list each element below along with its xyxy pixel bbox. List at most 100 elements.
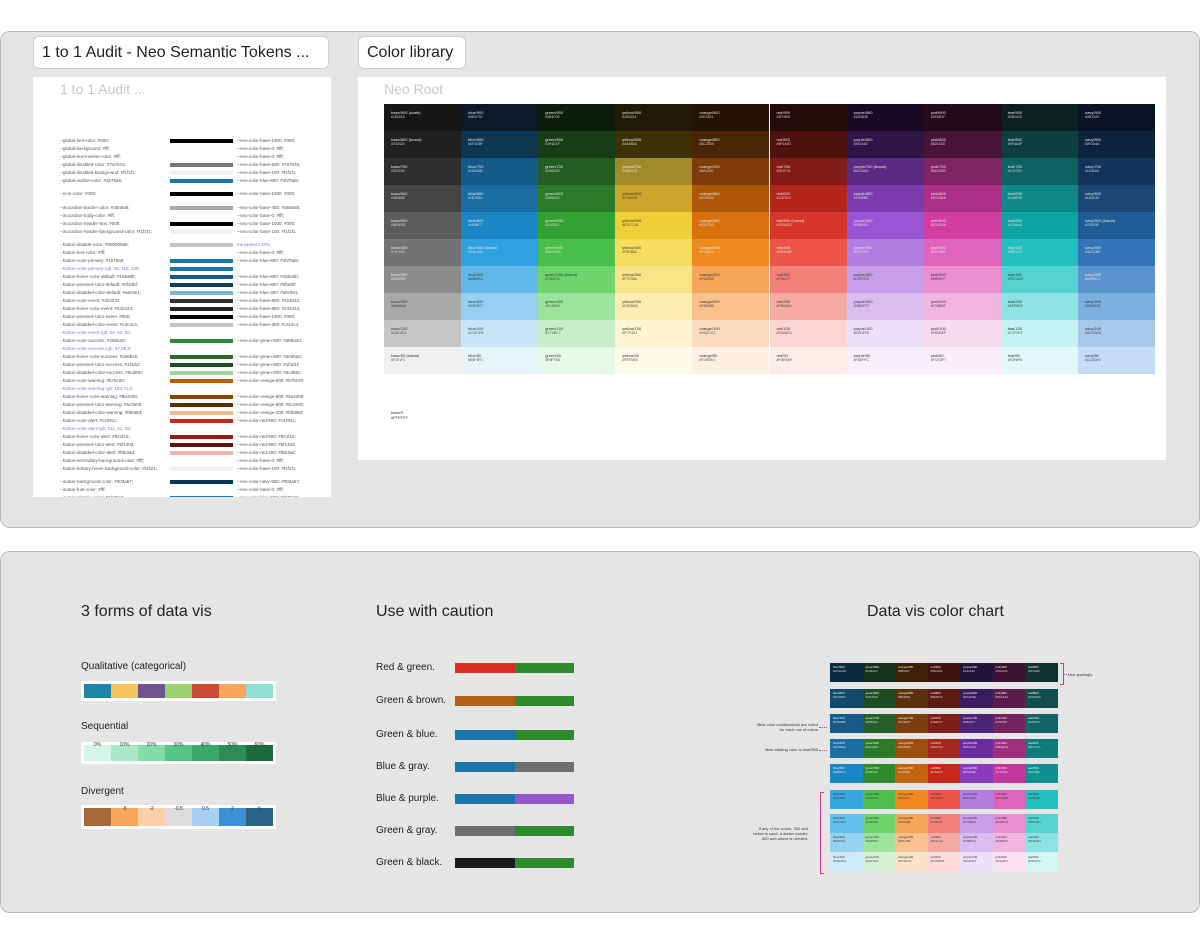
swatch-orange[interactable]: orange/400 #F08A24 — [692, 239, 770, 266]
swatch-green[interactable]: green/800 #1F4D1F — [538, 131, 616, 158]
swatch-orange[interactable]: orange/100 #FADCC2 — [692, 320, 770, 347]
swatch-orange[interactable]: orange/700 #8A4200 — [692, 158, 770, 185]
dvchart-cell-pink[interactable]: pink/600 #9E2E7E — [992, 739, 1026, 758]
swatch-teal[interactable]: teal/800 #0F4A4F — [1000, 131, 1078, 158]
dvchart-cell-orange[interactable]: orange/300 #F6A658 — [895, 814, 928, 833]
swatch-green[interactable]: green/700 #2E6B2E — [538, 158, 616, 185]
dvchart-cell-green[interactable]: green/400 #4CBF4C — [862, 790, 896, 809]
dvchart-cell-red[interactable]: red/200 #F6AAA4 — [927, 833, 961, 852]
dvchart-cell-pink[interactable]: pink/800 #5C1A4A — [992, 689, 1026, 708]
dvchart-cell-red[interactable]: red/900 #3D120F — [927, 663, 961, 682]
swatch-base[interactable]: base/700 #323232 — [384, 158, 461, 185]
dvchart-cell-green[interactable]: green/700 #245F2A — [862, 714, 896, 733]
swatch-green[interactable]: green/400 #4DC44D — [538, 239, 616, 266]
swatch-blue[interactable]: blue/700 #155A8B — [461, 158, 539, 185]
swatch-navy[interactable]: navy/200 #80AEDB — [1077, 293, 1155, 320]
swatch-green[interactable]: green/300 (brand) #73D673 — [538, 266, 616, 293]
swatch-navy[interactable]: navy/400 #3A7CBD — [1077, 239, 1155, 266]
dvchart-cell-pink[interactable]: pink/900 #3A1230 — [992, 663, 1026, 682]
swatch-purple[interactable]: purple/200 #DBBFF2 — [846, 293, 924, 320]
swatch-base[interactable]: base/100 #C4C4C4 — [384, 320, 461, 347]
dvchart-cell-blue[interactable]: blue/100 #D0EAF9 — [830, 853, 863, 872]
swatch-green[interactable]: green/600 #288A3D — [538, 185, 616, 212]
audit-frame-label[interactable]: 1 to 1 Audit - Neo Semantic Tokens ... — [33, 36, 329, 69]
swatch-red[interactable]: red/100 #FAD6D2 — [769, 320, 847, 347]
swatch-yellow[interactable]: yellow/300 #F7E38A — [615, 266, 693, 293]
dvchart-cell-orange[interactable]: orange/700 #7A3E0C — [895, 714, 928, 733]
swatch-blue[interactable]: blue/500 #1E88C7 — [461, 212, 539, 239]
swatch-navy[interactable]: navy/300 #5A95CC — [1077, 266, 1155, 293]
dvchart-cell-blue[interactable]: blue/900 #0C2A3D — [830, 663, 863, 682]
swatch-yellow[interactable]: yellow/900 #2B2104 — [615, 104, 693, 131]
swatch-red[interactable]: red/900 #2F0909 — [769, 104, 847, 131]
swatch-pink[interactable]: pink/600 #B03D8A — [923, 185, 1001, 212]
dvchart-cell-pink[interactable]: pink/400 #E064BB — [992, 790, 1026, 809]
dvchart-cell-red[interactable]: red/600 #A3271C — [927, 739, 961, 758]
dvchart-cell-teal[interactable]: teal/900 #0F3330 — [1025, 663, 1058, 682]
swatch-red[interactable]: red/600 #C4291C — [769, 185, 847, 212]
dvchart-cell-teal[interactable]: teal/300 #55D3D3 — [1025, 814, 1058, 833]
swatch-base[interactable]: base/50 (brand) #F1F1F1 — [384, 347, 461, 374]
swatch-navy[interactable]: navy/50 #CCDDF2 — [1077, 347, 1155, 374]
swatch-pink[interactable]: pink/400 #E070BE — [923, 239, 1001, 266]
swatch-teal[interactable]: teal/600 #1A8F99 — [1000, 185, 1078, 212]
swatch-teal[interactable]: teal/300 #5CD6D6 — [1000, 266, 1078, 293]
swatch-pink[interactable]: pink/900 #2E0B1F — [923, 104, 1001, 131]
swatch-yellow[interactable]: yellow/800 #4A3B0A — [615, 131, 693, 158]
swatch-green[interactable]: green/100 #C7EBC7 — [538, 320, 616, 347]
swatch-purple[interactable]: purple/800 #351A52 — [846, 131, 924, 158]
swatch-base[interactable]: base/200 #A8A8A8 — [384, 293, 461, 320]
swatch-teal[interactable]: teal/400 #2EC2C2 — [1000, 239, 1078, 266]
swatch-blue[interactable]: blue/300 #66B9EA — [461, 266, 539, 293]
swatch-orange[interactable]: orange/600 #B75C00 — [692, 185, 770, 212]
dvchart-cell-green[interactable]: green/600 #2A7A2A — [862, 739, 896, 758]
swatch-teal[interactable]: teal/700 #137078 — [1000, 158, 1078, 185]
swatch-green[interactable]: green/500 #34A834 — [538, 212, 616, 239]
swatch-base[interactable]: base/300 #8E8E8E — [384, 266, 461, 293]
swatch-base-0[interactable]: base/0 #FFFFFF — [391, 410, 408, 420]
dvchart-cell-green[interactable]: green/500 #2F8A2C — [862, 764, 896, 783]
dvchart-cell-green[interactable]: green/800 #1D4D22 — [862, 689, 896, 708]
swatch-orange[interactable]: orange/300 #F5A659 — [692, 266, 770, 293]
swatch-blue[interactable]: blue/800 #0F3D5F — [461, 131, 539, 158]
swatch-yellow[interactable]: yellow/100 #FCF4D1 — [615, 320, 693, 347]
dvchart-cell-teal[interactable]: teal/100 #D4F6F6 — [1025, 853, 1058, 872]
swatch-pink[interactable]: pink/50 #FCEDF7 — [923, 347, 1001, 374]
dvchart-cell-orange[interactable]: orange/400 #F08A1F — [895, 790, 928, 809]
swatch-orange[interactable]: orange/500 #D9700D — [692, 212, 770, 239]
swatch-purple[interactable]: purple/400 #B07CE0 — [846, 239, 924, 266]
swatch-orange[interactable]: orange/800 #5C2E00 — [692, 131, 770, 158]
swatch-teal[interactable]: teal/500 #13A8A8 — [1000, 212, 1078, 239]
dvchart-cell-blue[interactable]: blue/500 #1B86C4 — [830, 764, 863, 783]
dvchart-cell-red[interactable]: red/800 #5E1915 — [927, 689, 961, 708]
dvchart-cell-green[interactable]: green/200 #9CE59C — [862, 833, 896, 852]
dvchart-cell-red[interactable]: red/700 #7E1F17 — [927, 714, 961, 733]
swatch-green[interactable]: green/200 #9CD69C — [538, 293, 616, 320]
dvchart-cell-teal[interactable]: teal/700 #126363 — [1025, 714, 1058, 733]
dvchart-cell-red[interactable]: red/300 #F2817A — [927, 814, 961, 833]
dvchart-cell-blue[interactable]: blue/200 #96D3F2 — [830, 833, 863, 852]
swatch-blue[interactable]: blue/100 #CCE7F8 — [461, 320, 539, 347]
library-frame[interactable]: Neo Root base/900 (scale) #181818 blue/900… — [358, 77, 1166, 460]
swatch-yellow[interactable]: yellow/700 #A68A1E — [615, 158, 693, 185]
dvchart-cell-purple[interactable]: purple/200 #D9BDF1 — [960, 833, 993, 852]
dvchart-cell-purple[interactable]: purple/400 #B07DE0 — [960, 790, 993, 809]
swatch-blue[interactable]: blue/900 #0B1F2E — [461, 104, 539, 131]
swatch-red[interactable]: red/700 #921F15 — [769, 158, 847, 185]
dvchart-cell-purple[interactable]: purple/900 #23143A — [960, 663, 993, 682]
dvchart-cell-blue[interactable]: blue/400 #33A8E0 — [830, 790, 863, 809]
swatch-orange[interactable]: orange/50 #FDEEE1 — [692, 347, 770, 374]
dvchart-cell-orange[interactable]: orange/200 #F8C18E — [895, 833, 928, 852]
dvchart-cell-pink[interactable]: pink/300 #EA8FCF — [992, 814, 1026, 833]
dvchart-cell-blue[interactable]: blue/600 #1A6EA3 — [830, 739, 863, 758]
swatch-teal[interactable]: teal/50 #E3F8F8 — [1000, 347, 1078, 374]
swatch-green[interactable]: green/900 #0B1F0E — [538, 104, 616, 131]
swatch-purple[interactable]: purple/600 #7A45B0 — [846, 185, 924, 212]
swatch-navy[interactable]: navy/500 (brand) #23639E — [1077, 212, 1155, 239]
swatch-base[interactable]: base/400 #767676 — [384, 239, 461, 266]
dvchart-cell-purple[interactable]: purple/100 #EDE0F9 — [960, 853, 993, 872]
dvchart-cell-orange[interactable]: orange/100 #FCE2C8 — [895, 853, 928, 872]
swatch-yellow[interactable]: yellow/400 #F5DB62 — [615, 239, 693, 266]
swatch-yellow[interactable]: yellow/200 #FAEBAD — [615, 293, 693, 320]
swatch-blue[interactable]: blue/200 #99D0F2 — [461, 293, 539, 320]
